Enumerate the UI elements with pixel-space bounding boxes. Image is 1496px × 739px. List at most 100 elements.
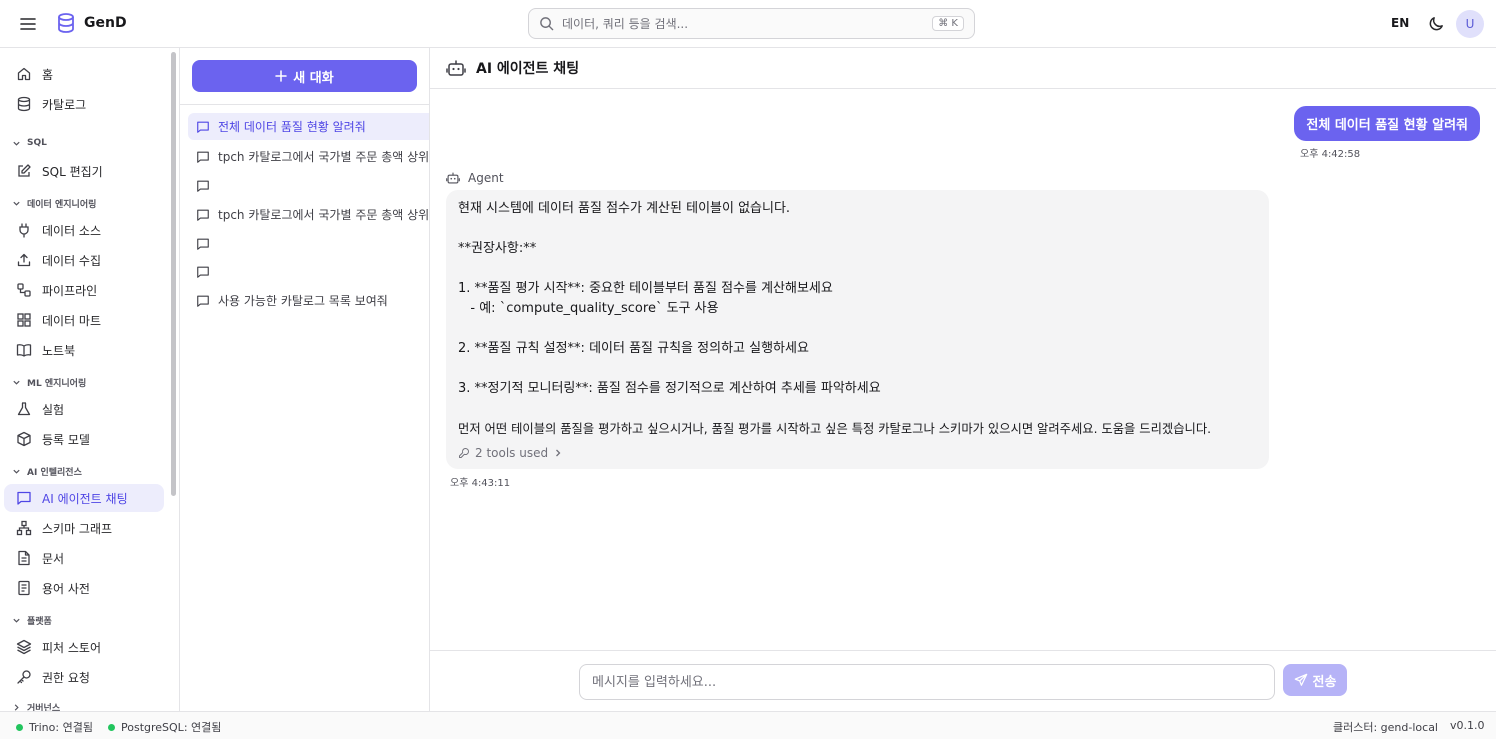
network-icon bbox=[16, 520, 32, 536]
bot-icon bbox=[446, 58, 466, 78]
sidebar-item-data-mart[interactable]: 데이터 마트 bbox=[4, 306, 164, 334]
app-logo[interactable]: GenD bbox=[56, 12, 127, 34]
avatar[interactable]: U bbox=[1456, 10, 1484, 38]
sidebar-item-permission-request[interactable]: 권한 요청 bbox=[4, 663, 164, 691]
message-icon bbox=[196, 120, 210, 134]
tools-used-toggle[interactable]: 2 tools used bbox=[458, 446, 563, 460]
database-icon bbox=[56, 12, 76, 34]
section-sql[interactable]: SQL bbox=[12, 138, 47, 148]
conversation-item[interactable] bbox=[188, 230, 429, 257]
workflow-icon bbox=[16, 282, 32, 298]
sidebar-item-documents[interactable]: 문서 bbox=[4, 544, 164, 572]
sidebar-item-label: 데이터 수집 bbox=[42, 253, 102, 268]
version-info: v0.1.0 bbox=[1450, 719, 1485, 732]
sidebar-item-registered-model[interactable]: 등록 모델 bbox=[4, 425, 164, 453]
agent-message-line bbox=[458, 319, 1257, 339]
moon-icon[interactable] bbox=[1428, 15, 1445, 32]
section-title: 플랫폼 bbox=[27, 617, 52, 627]
status-dot bbox=[16, 723, 23, 731]
sidebar-item-label: AI 에이전트 채팅 bbox=[42, 491, 128, 506]
conversation-item[interactable]: 전체 데이터 품질 현황 알려줘 bbox=[188, 113, 429, 140]
sidebar-item-label: SQL 편집기 bbox=[42, 164, 103, 179]
agent-message-line bbox=[458, 219, 1257, 239]
app-name: GenD bbox=[84, 15, 127, 31]
chevron-down-icon bbox=[12, 378, 21, 387]
sidebar-item-pipeline[interactable]: 파이프라인 bbox=[4, 276, 164, 304]
sidebar-item-experiment[interactable]: 실험 bbox=[4, 395, 164, 423]
message-icon bbox=[196, 265, 210, 279]
conversation-item[interactable]: tpch 카탈로그에서 국가별 주문 총액 상위 5개 bbox=[188, 143, 429, 170]
grid-icon bbox=[16, 312, 32, 328]
send-icon bbox=[1294, 673, 1308, 687]
message-icon bbox=[196, 179, 210, 193]
conversation-title: 전체 데이터 품질 현황 알려줘 bbox=[218, 120, 366, 134]
global-search[interactable]: 데이터, 쿼리 등을 검색... ⌘ K bbox=[528, 8, 975, 39]
chevron-down-icon bbox=[12, 139, 21, 148]
trino-status: Trino: 연결됨 bbox=[16, 719, 93, 735]
message-icon bbox=[196, 150, 210, 164]
section-ml-engineering[interactable]: ML 엔지니어링 bbox=[12, 376, 86, 389]
sidebar-item-home[interactable]: 홈 bbox=[4, 60, 164, 88]
sidebar-item-data-ingestion[interactable]: 데이터 수집 bbox=[4, 246, 164, 274]
conversation-item[interactable] bbox=[188, 258, 429, 285]
sidebar-scrollbar[interactable] bbox=[171, 52, 176, 496]
chat-header: AI 에이전트 채팅 bbox=[430, 48, 1496, 89]
wrench-icon bbox=[458, 447, 470, 459]
menu-icon[interactable] bbox=[18, 14, 38, 34]
language-toggle[interactable]: EN bbox=[1391, 16, 1409, 30]
conversation-item[interactable] bbox=[188, 172, 429, 199]
message-input[interactable] bbox=[579, 664, 1275, 700]
database-icon bbox=[16, 96, 32, 112]
section-platform[interactable]: 플랫폼 bbox=[12, 614, 52, 627]
section-title: 데이터 엔지니어링 bbox=[27, 200, 97, 210]
agent-message-line bbox=[458, 359, 1257, 379]
sidebar-item-label: 파이프라인 bbox=[42, 283, 98, 298]
section-governance[interactable]: 거버넌스 bbox=[12, 701, 60, 711]
message-icon bbox=[16, 490, 32, 506]
chevron-down-icon bbox=[12, 616, 21, 625]
chevron-right-icon bbox=[12, 703, 21, 711]
sidebar-item-label: 실험 bbox=[42, 402, 65, 417]
upload-icon bbox=[16, 252, 32, 268]
bot-icon bbox=[446, 171, 460, 185]
agent-name: Agent bbox=[468, 171, 504, 185]
sidebar-item-ai-agent-chat[interactable]: AI 에이전트 채팅 bbox=[4, 484, 164, 512]
cluster-info: 클러스터: gend-local bbox=[1333, 719, 1438, 735]
sidebar-item-catalog[interactable]: 카탈로그 bbox=[4, 90, 164, 118]
message-composer: 전송 bbox=[430, 650, 1496, 711]
search-shortcut: ⌘ K bbox=[932, 16, 964, 31]
conversation-item[interactable]: 사용 가능한 카탈로그 목록 보여줘 bbox=[188, 287, 429, 314]
agent-message-line: 먼저 어떤 테이블의 품질을 평가하고 싶으시거나, 품질 평가를 시작하고 싶… bbox=[458, 422, 1212, 436]
agent-message-time: 오후 4:43:11 bbox=[450, 478, 511, 489]
send-button[interactable]: 전송 bbox=[1283, 664, 1347, 696]
message-icon bbox=[196, 294, 210, 308]
conversation-item[interactable]: tpch 카탈로그에서 국가별 주문 총액 상위 5개 bbox=[188, 201, 430, 228]
file-icon bbox=[16, 550, 32, 566]
search-icon bbox=[539, 16, 554, 31]
section-title: 거버넌스 bbox=[27, 704, 61, 711]
message-icon bbox=[196, 208, 210, 222]
new-chat-button[interactable]: 새 대화 bbox=[192, 60, 417, 92]
agent-message-line: **권장사항:** bbox=[458, 241, 537, 256]
sidebar-item-notebook[interactable]: 노트북 bbox=[4, 336, 164, 364]
sidebar-item-label: 등록 모델 bbox=[42, 432, 90, 447]
glossary-icon bbox=[16, 580, 32, 596]
section-ai-intelligence[interactable]: AI 인텔리전스 bbox=[12, 465, 82, 478]
agent-message-line: 3. **정기적 모니터링**: 품질 점수를 정기적으로 계산하여 추세를 파… bbox=[458, 381, 881, 396]
conversation-list: 새 대화 전체 데이터 품질 현황 알려줘 tpch 카탈로그에서 국가별 주문… bbox=[180, 48, 430, 711]
sidebar-item-feature-store[interactable]: 피처 스토어 bbox=[4, 633, 164, 661]
conversation-title: tpch 카탈로그에서 국가별 주문 총액 상위 5개 bbox=[218, 208, 430, 222]
sidebar-item-glossary[interactable]: 용어 사전 bbox=[4, 574, 164, 602]
message-icon bbox=[196, 237, 210, 251]
postgres-status: PostgreSQL: 연결됨 bbox=[108, 719, 221, 735]
agent-message-line: 2. **품질 규칙 설정**: 데이터 품질 규칙을 정의하고 실행하세요 bbox=[458, 341, 809, 356]
sidebar-item-schema-graph[interactable]: 스키마 그래프 bbox=[4, 514, 164, 542]
divider bbox=[180, 104, 429, 105]
section-data-engineering[interactable]: 데이터 엔지니어링 bbox=[12, 197, 96, 210]
sidebar-item-label: 홈 bbox=[42, 67, 54, 82]
sidebar-item-label: 스키마 그래프 bbox=[42, 521, 113, 536]
sidebar-item-data-source[interactable]: 데이터 소스 bbox=[4, 216, 164, 244]
agent-message-line: 현재 시스템에 데이터 품질 점수가 계산된 테이블이 없습니다. bbox=[458, 201, 791, 216]
key-icon bbox=[16, 669, 32, 685]
sidebar-item-sql-editor[interactable]: SQL 편집기 bbox=[4, 157, 164, 185]
